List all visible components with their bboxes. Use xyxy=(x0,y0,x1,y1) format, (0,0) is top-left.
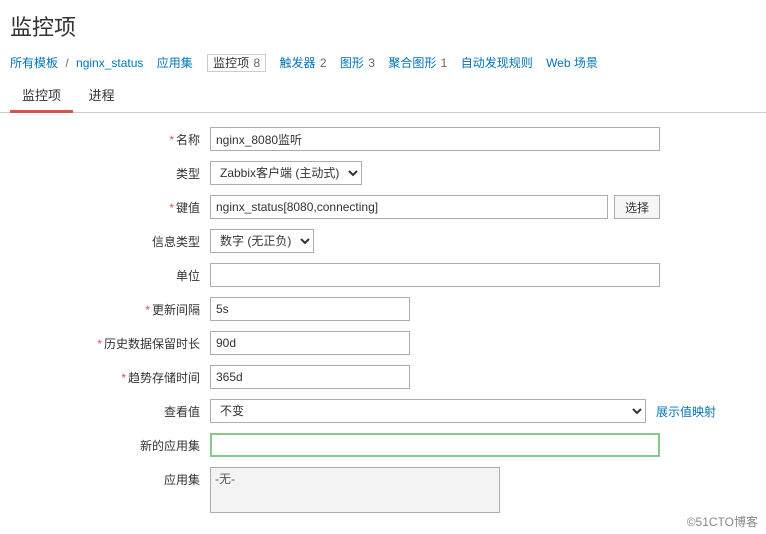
label-apps: 应用集 xyxy=(10,467,210,488)
subtab-process[interactable]: 进程 xyxy=(77,79,127,113)
bc-screens[interactable]: 聚合图形 1 xyxy=(388,56,447,70)
bc-discovery[interactable]: 自动发现规则 xyxy=(461,56,533,70)
bc-apps[interactable]: 应用集 xyxy=(157,56,194,70)
label-trends: *趋势存储时间 xyxy=(10,365,210,386)
apps-listbox[interactable]: -无- xyxy=(210,467,500,513)
bc-items[interactable]: 监控项 8 xyxy=(207,54,266,72)
breadcrumb-separator: / xyxy=(65,56,68,70)
new-app-input[interactable] xyxy=(210,433,660,457)
breadcrumb-template[interactable]: nginx_status xyxy=(76,56,143,70)
page-title: 监控项 xyxy=(0,0,766,54)
name-input[interactable] xyxy=(210,127,660,151)
key-input[interactable] xyxy=(210,195,608,219)
label-name: *名称 xyxy=(10,127,210,148)
breadcrumb: 所有模板 / nginx_status 应用集 监控项 8 触发器 2 图形 3… xyxy=(0,54,766,79)
select-button[interactable]: 选择 xyxy=(614,195,660,219)
bc-triggers[interactable]: 触发器 2 xyxy=(280,56,327,70)
label-key: *键值 xyxy=(10,195,210,216)
label-show-value: 查看值 xyxy=(10,399,210,420)
apps-none-option[interactable]: -无- xyxy=(215,470,495,487)
label-interval: *更新间隔 xyxy=(10,297,210,318)
subtab-item[interactable]: 监控项 xyxy=(10,79,73,113)
label-new-app: 新的应用集 xyxy=(10,433,210,454)
label-info-type: 信息类型 xyxy=(10,229,210,250)
bc-graphs[interactable]: 图形 3 xyxy=(340,56,375,70)
history-input[interactable] xyxy=(210,331,410,355)
watermark: ©51CTO博客 xyxy=(687,513,758,530)
breadcrumb-root[interactable]: 所有模板 xyxy=(10,56,58,70)
bc-web[interactable]: Web 场景 xyxy=(546,56,598,70)
subtabs: 监控项 进程 xyxy=(0,79,766,113)
trends-input[interactable] xyxy=(210,365,410,389)
value-map-link[interactable]: 展示值映射 xyxy=(656,403,716,420)
units-input[interactable] xyxy=(210,263,660,287)
label-history: *历史数据保留时长 xyxy=(10,331,210,352)
info-type-select[interactable]: 数字 (无正负) xyxy=(210,229,314,253)
label-units: 单位 xyxy=(10,263,210,284)
type-select[interactable]: Zabbix客户端 (主动式) xyxy=(210,161,362,185)
label-type: 类型 xyxy=(10,161,210,182)
interval-input[interactable] xyxy=(210,297,410,321)
show-value-select[interactable]: 不变 xyxy=(210,399,646,423)
